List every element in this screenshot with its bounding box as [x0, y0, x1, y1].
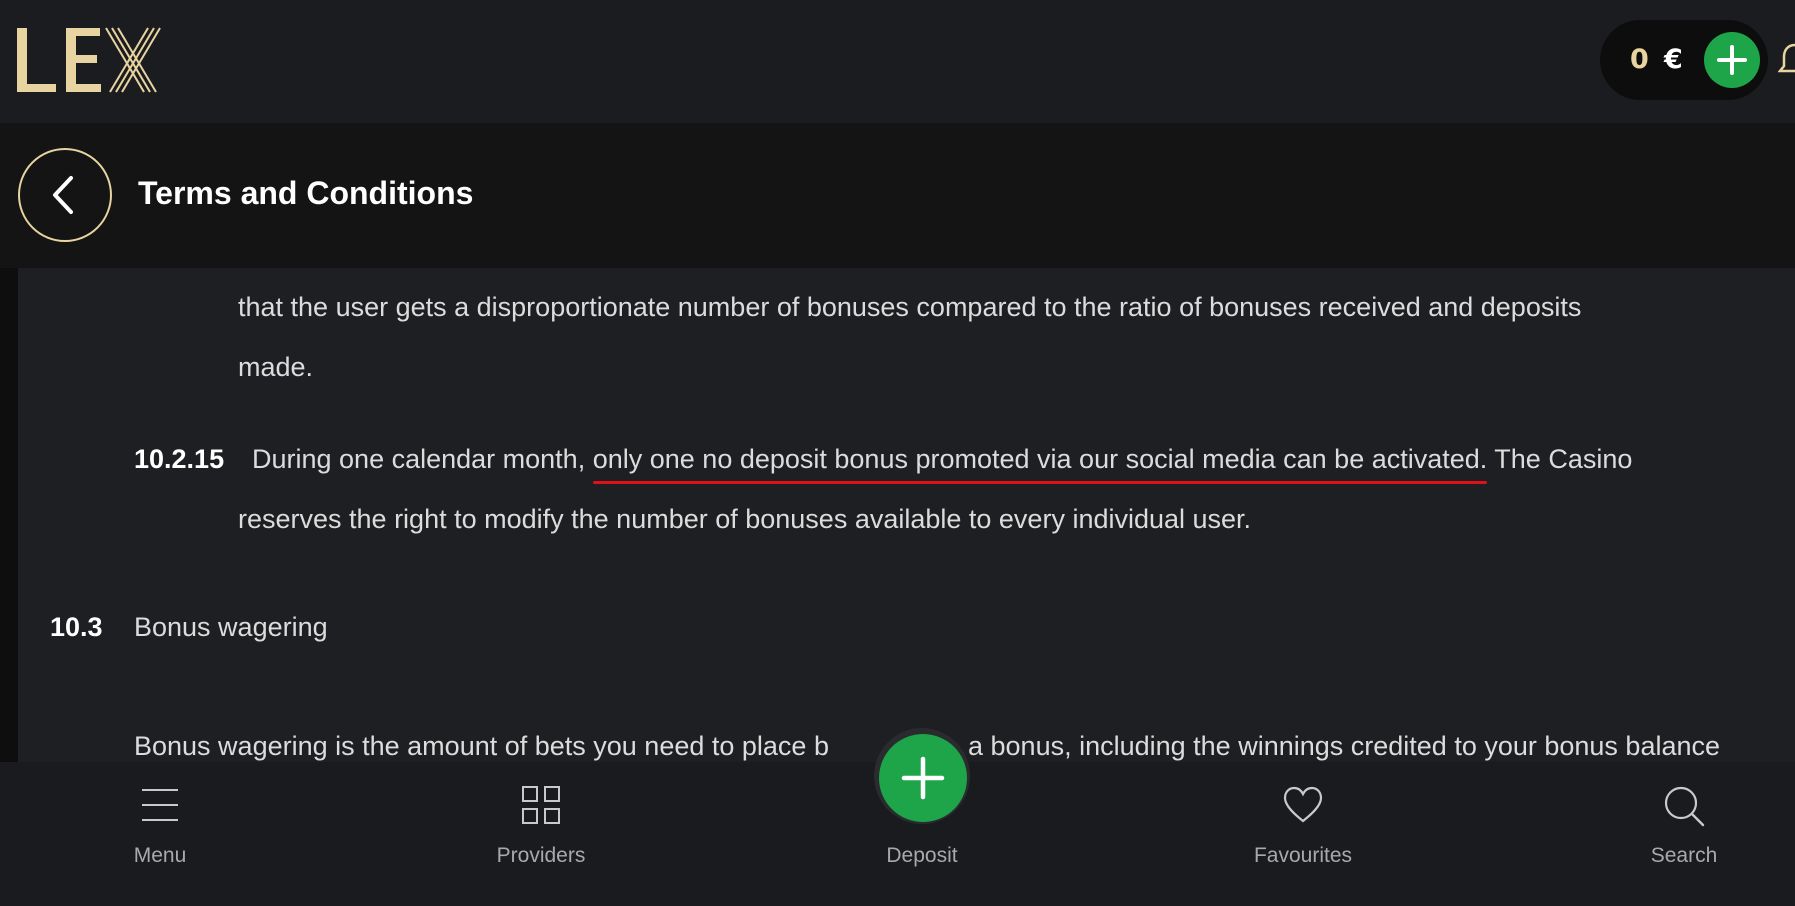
section-title: Bonus wagering [134, 612, 328, 642]
left-edge [0, 268, 18, 762]
clause-text: The Casino [1487, 444, 1633, 474]
terms-content: that the user gets a disproportionate nu… [18, 268, 1795, 762]
balance-currency: € [1664, 44, 1683, 75]
plus-icon [1717, 45, 1747, 75]
lex-logo[interactable] [14, 22, 164, 94]
back-button[interactable] [18, 148, 112, 242]
page-header: Terms and Conditions [0, 123, 1795, 268]
paragraph-line: that the user gets a disproportionate nu… [238, 292, 1582, 322]
red-underline [592, 481, 1488, 484]
highlighted-text: only one no deposit bonus promoted via o… [592, 444, 1488, 484]
clause-10-2-15-line1: During one calendar month, only one no d… [252, 444, 1633, 484]
search-icon [1664, 786, 1705, 827]
clause-number: 10.2.15 [134, 444, 225, 474]
nav-providers[interactable]: Providers [461, 762, 621, 906]
nav-menu[interactable]: Menu [80, 762, 240, 906]
nav-label: Search [1650, 844, 1718, 867]
clause-10-2-15-line2: reserves the right to modify the number … [238, 504, 1252, 534]
wagering-text-start: Bonus wagering is the amount of bets you… [134, 731, 829, 761]
bell-icon[interactable] [1778, 42, 1795, 78]
highlighted-text-content: only one no deposit bonus promoted via o… [592, 444, 1488, 474]
clause-text: During one calendar month, [252, 444, 593, 474]
balance-widget[interactable]: 0 € [1600, 20, 1768, 100]
balance-amount: 0 [1630, 44, 1649, 75]
grid-icon [522, 786, 560, 824]
nav-search[interactable]: Search [1604, 762, 1764, 906]
bottom-navigation: Menu Providers Deposit Favourites Search [0, 728, 1795, 906]
menu-icon [142, 789, 178, 821]
nav-label: Menu [133, 844, 187, 867]
top-header: 0 € [0, 0, 1795, 123]
add-funds-button[interactable] [1704, 32, 1760, 88]
section-number: 10.3 [50, 612, 103, 642]
heart-icon [1283, 786, 1323, 823]
lex-logo-mark [17, 27, 161, 93]
nav-deposit[interactable]: Deposit [842, 762, 1002, 906]
nav-label: Providers [496, 844, 586, 867]
nav-label: Favourites [1253, 844, 1353, 867]
nav-favourites[interactable]: Favourites [1223, 762, 1383, 906]
paragraph-line: made. [238, 352, 314, 382]
page-title: Terms and Conditions [138, 175, 474, 211]
wagering-text-end: a bonus, including the winnings credited… [968, 731, 1721, 761]
nav-label: Deposit [886, 844, 958, 867]
chevron-left-icon [53, 176, 73, 214]
